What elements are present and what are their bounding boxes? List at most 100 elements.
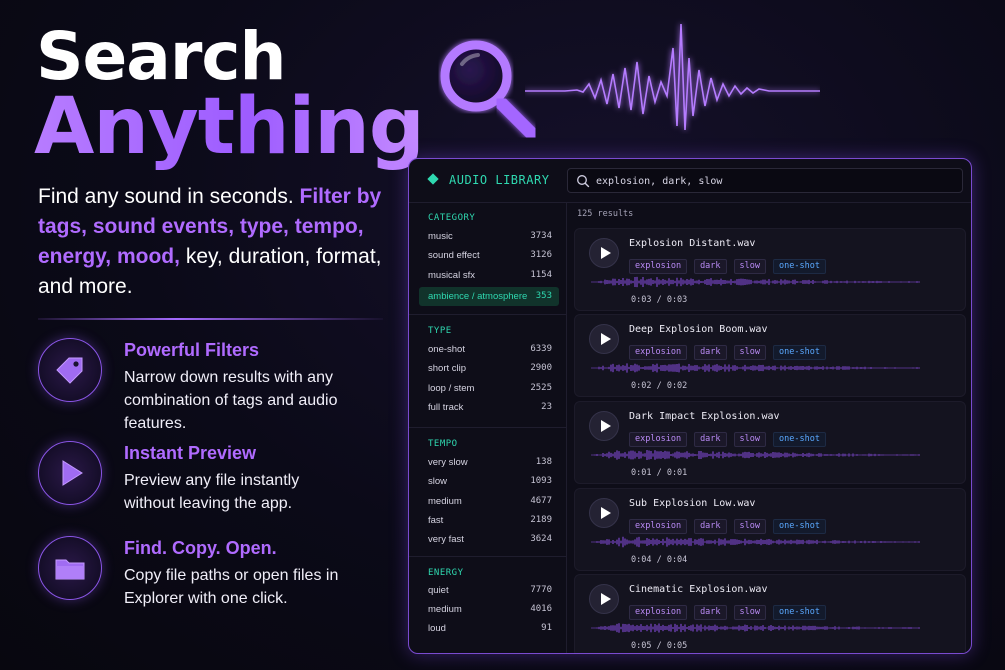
tag-chip[interactable]: one-shot [773,259,826,274]
filter-count: 4016 [530,604,552,614]
filter-count: 91 [541,623,552,633]
filter-label: very fast [428,534,464,545]
filter-label: medium [428,496,462,507]
waveform[interactable] [591,621,921,635]
search-box[interactable] [567,168,963,193]
tag-list: explosion dark slow one-shot [629,515,833,534]
audio-library-window: AUDIO LIBRARY CATEGORY music 3734 sound e… [408,158,972,654]
tag-chip[interactable]: explosion [629,345,688,360]
section-divider [409,427,567,428]
play-button[interactable] [589,498,619,528]
waveform[interactable] [591,535,921,549]
filter-item-musical-sfx[interactable]: musical sfx 1154 [419,266,559,285]
filter-count: 2189 [530,515,552,525]
file-name[interactable]: Cinematic Explosion.wav [629,584,767,595]
result-card[interactable]: Deep Explosion Boom.wav explosion dark slow… [574,314,966,397]
results-count: 125 results [577,209,634,219]
filter-item-medium-energy[interactable]: medium 4016 [419,600,559,619]
waveform[interactable] [591,361,921,375]
tag-chip[interactable]: one-shot [773,432,826,447]
filter-count: 4677 [530,496,552,506]
result-card[interactable]: Sub Explosion Low.wav explosion dark slow on… [574,488,966,571]
waveform[interactable] [591,448,921,462]
feature-desc: Copy file paths or open files in Explore… [124,567,339,607]
filter-item-medium-tempo[interactable]: medium 4677 [419,492,559,511]
filter-count: 2525 [530,383,552,393]
tag-list: explosion dark slow one-shot [629,428,833,447]
filter-label: medium [428,604,462,615]
filter-label: fast [428,515,444,526]
filter-label: quiet [428,585,449,596]
filter-item-sound-effect[interactable]: sound effect 3126 [419,246,559,265]
feature-title: Find. Copy. Open. [124,538,277,558]
play-button[interactable] [589,324,619,354]
play-button[interactable] [589,238,619,268]
play-button[interactable] [589,584,619,614]
tag-chip[interactable]: dark [694,605,727,620]
tag-chip[interactable]: one-shot [773,345,826,360]
duration-label: 0:03 / 0:03 [631,295,688,305]
filter-label: ambience / atmosphere [428,291,528,302]
file-name[interactable]: Explosion Distant.wav [629,238,755,249]
tag-chip[interactable]: slow [733,345,767,360]
result-card[interactable]: Dark Impact Explosion.wav explosion dark sl… [574,401,966,484]
tag-chip[interactable]: dark [694,432,727,447]
filter-count: 6339 [530,344,552,354]
feature-desc: Preview any file instantly without leavi… [124,472,300,512]
filter-item-full-track[interactable]: full track 23 [419,398,559,417]
search-input[interactable] [596,173,946,189]
filter-item-quiet[interactable]: quiet 7770 [419,581,559,600]
file-name[interactable]: Dark Impact Explosion.wav [629,411,780,422]
file-name[interactable]: Sub Explosion Low.wav [629,498,755,509]
tag-chip[interactable]: one-shot [773,519,826,534]
filter-item-very-fast[interactable]: very fast 3624 [419,530,559,549]
filter-count: 138 [535,457,552,467]
tag-chip[interactable]: dark [694,259,727,274]
tag-chip[interactable]: explosion [629,605,688,620]
filter-count: 1093 [530,476,552,486]
tag-chip[interactable]: one-shot [773,605,826,620]
divider [38,318,383,320]
tag-chip[interactable]: slow [733,259,767,274]
filter-item-loop-stem[interactable]: loop / stem 2525 [419,379,559,398]
tag-chip[interactable]: dark [694,519,727,534]
filter-item-slow[interactable]: slow 1093 [419,472,559,491]
filter-item-ambience[interactable]: ambience / atmosphere 353 [419,287,559,306]
filter-label: sound effect [428,250,480,261]
feature-title: Instant Preview [124,443,257,463]
filter-label: very slow [428,457,468,468]
filter-item-fast[interactable]: fast 2189 [419,511,559,530]
tag-chip[interactable]: dark [694,345,727,360]
filter-item-one-shot[interactable]: one-shot 6339 [419,340,559,359]
section-heading-category: CATEGORY [428,213,476,223]
filter-label: loop / stem [428,383,475,394]
filter-item-music[interactable]: music 3734 [419,227,559,246]
tag-chip[interactable]: slow [733,432,767,447]
result-card[interactable]: Explosion Distant.wav explosion dark slow on… [574,228,966,311]
tag-chip[interactable]: explosion [629,259,688,274]
waveform[interactable] [591,275,921,289]
play-button[interactable] [589,411,619,441]
tagline-intro: Find any sound in seconds. [38,185,294,208]
tag-chip[interactable]: explosion [629,432,688,447]
filter-label: full track [428,402,464,413]
filter-label: one-shot [428,344,465,355]
filter-item-short-clip[interactable]: short clip 2900 [419,359,559,378]
filter-count: 3126 [530,250,552,260]
feature-title: Powerful Filters [124,340,260,360]
tag-chip[interactable]: slow [733,519,767,534]
filter-label: music [428,231,453,242]
filter-item-very-slow[interactable]: very slow 138 [419,453,559,472]
filter-item-loud[interactable]: loud 91 [419,619,559,638]
tag-chip[interactable]: slow [733,605,767,620]
duration-label: 0:04 / 0:04 [631,555,688,565]
filter-label: loud [428,623,446,634]
filter-count: 7770 [530,585,552,595]
result-card[interactable]: Cinematic Explosion.wav explosion dark slow… [574,574,966,653]
app-title: AUDIO LIBRARY [449,173,550,187]
file-name[interactable]: Deep Explosion Boom.wav [629,324,767,335]
play-icon [38,441,102,505]
tag-chip[interactable]: explosion [629,519,688,534]
tagline: Find any sound in seconds. Filter by tag… [38,182,398,302]
tag-icon [38,338,102,402]
